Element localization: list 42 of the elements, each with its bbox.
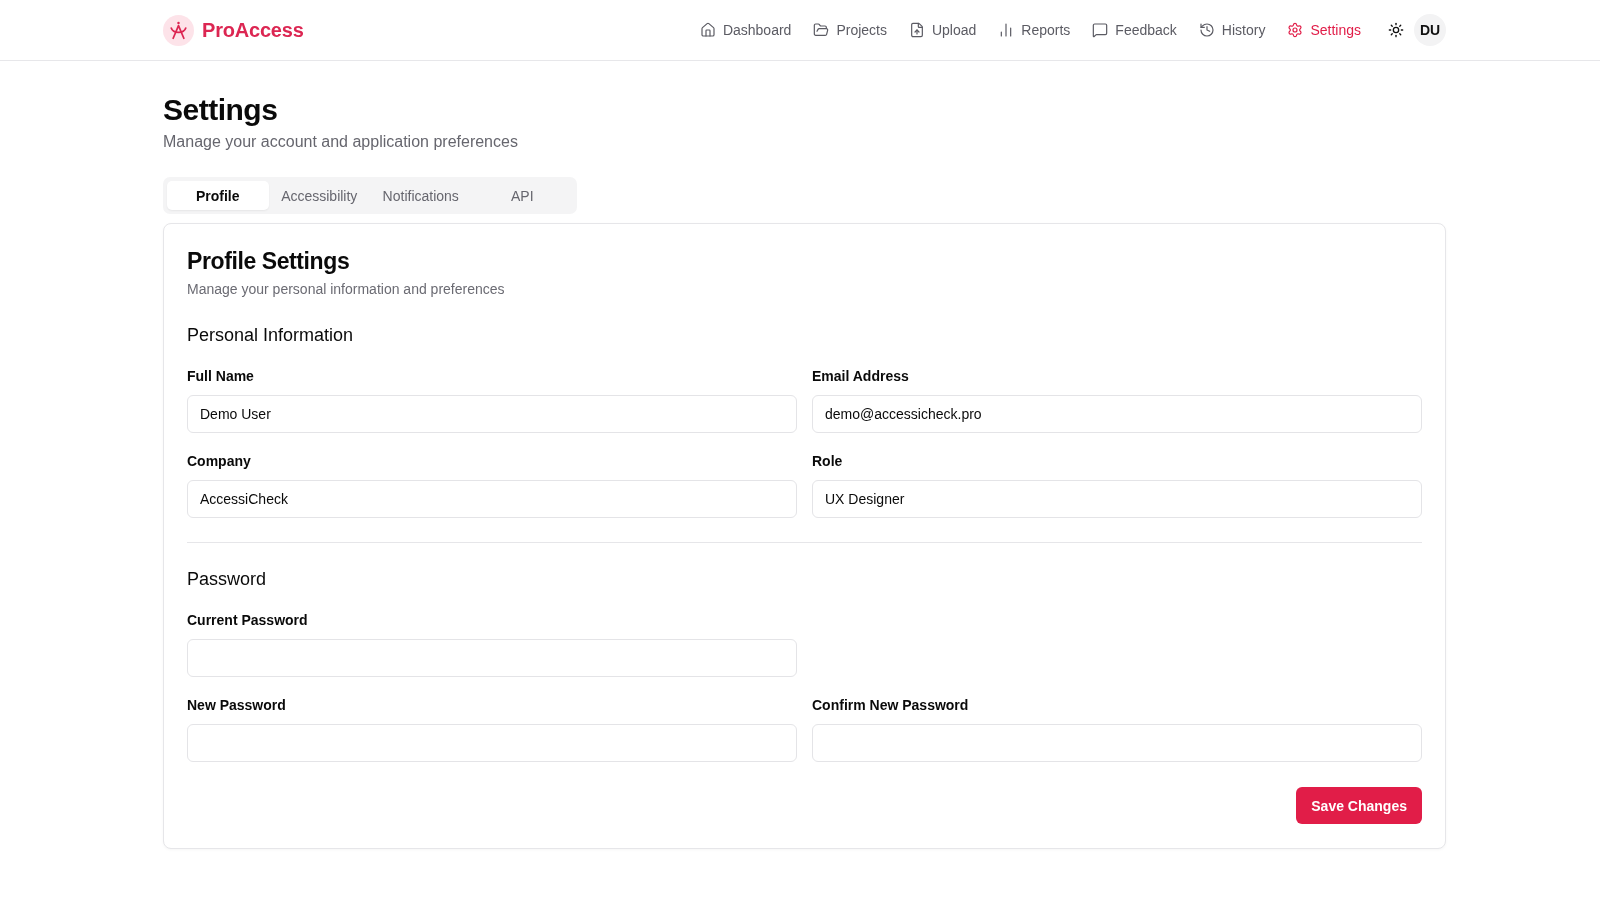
field-label: Full Name [187, 367, 255, 386]
nav-link[interactable]: Reports [987, 16, 1082, 44]
section-heading: Password [187, 568, 268, 591]
field-label: Confirm New Password [812, 696, 970, 715]
input-field[interactable] [187, 724, 797, 762]
card-title: Profile Settings [187, 247, 351, 276]
tab[interactable]: Profile [167, 181, 269, 210]
nav-link[interactable]: Projects [802, 16, 898, 44]
input-field[interactable] [187, 639, 797, 677]
field-label: New Password [187, 696, 287, 715]
settings-icon [1287, 22, 1304, 38]
input-field[interactable]: Demo User [187, 395, 797, 433]
page-title: Settings [163, 92, 279, 128]
nav-link[interactable]: Settings [1276, 16, 1372, 44]
house-icon [699, 22, 716, 38]
page-subtitle: Manage your account and application preferences [163, 132, 519, 152]
file-upload-icon [908, 22, 925, 38]
tab[interactable]: Accessibility [268, 181, 370, 210]
field-label: Role [812, 452, 844, 471]
user-avatar[interactable]: DU [1414, 14, 1446, 46]
input-field[interactable]: demo@accessicheck.pro [812, 395, 1422, 433]
input-field[interactable] [812, 724, 1422, 762]
nav-link[interactable]: Feedback [1081, 16, 1188, 44]
input-field[interactable]: AccessiCheck [187, 480, 797, 518]
nav-link[interactable]: History [1187, 16, 1277, 44]
field-label: Company [187, 452, 252, 471]
tab[interactable]: Notifications [370, 181, 472, 210]
field-label: Current Password [187, 611, 309, 630]
nav-link[interactable]: Dashboard [688, 16, 803, 44]
history-icon [1198, 22, 1215, 38]
folder-icon [813, 22, 830, 38]
brand-name: ProAccess [202, 18, 304, 42]
tab[interactable]: API [471, 181, 573, 210]
speech-bubble-icon [1092, 22, 1109, 38]
save-button[interactable]: Save Changes [1296, 787, 1422, 824]
field-label: Email Address [812, 367, 910, 386]
logo-icon [163, 14, 194, 46]
section-heading: Personal Information [187, 324, 355, 347]
sun-icon [1388, 22, 1404, 38]
card-subtitle: Manage your personal information and preferences [187, 280, 506, 299]
input-field[interactable]: UX Designer [812, 480, 1422, 518]
nav-link[interactable]: Upload [897, 16, 988, 44]
